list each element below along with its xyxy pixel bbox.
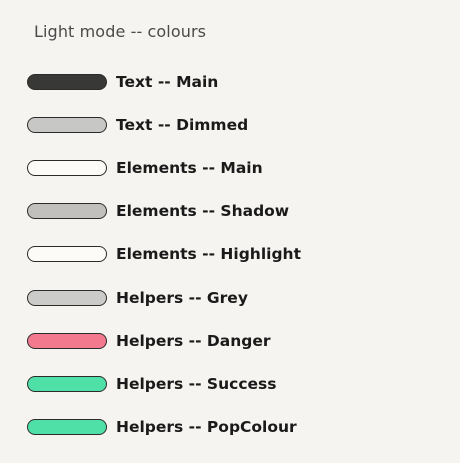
- colour-swatch: [27, 203, 107, 220]
- colour-swatch: [27, 375, 107, 392]
- swatch-label: Elements -- Main: [116, 158, 263, 177]
- swatch-label: Helpers -- Danger: [116, 331, 271, 350]
- swatch-label: Helpers -- Success: [116, 374, 277, 393]
- colour-swatch: [27, 73, 107, 90]
- swatch-row-helpers-success: Helpers -- Success: [27, 362, 301, 405]
- swatch-row-elements-main: Elements -- Main: [27, 146, 301, 189]
- colour-swatch: [27, 159, 107, 176]
- swatch-label: Elements -- Shadow: [116, 202, 290, 221]
- colour-swatch: [27, 332, 107, 349]
- page-title: Light mode -- colours: [34, 22, 207, 41]
- colour-swatch: [27, 246, 107, 263]
- swatch-label: Text -- Dimmed: [116, 115, 249, 134]
- swatch-row-helpers-grey: Helpers -- Grey: [27, 276, 301, 319]
- swatch-label: Helpers -- PopColour: [116, 418, 297, 437]
- swatch-row-text-dimmed: Text -- Dimmed: [27, 103, 301, 146]
- colour-swatch-list: Text -- Main Text -- Dimmed Elements -- …: [27, 60, 301, 449]
- swatch-row-elements-shadow: Elements -- Shadow: [27, 190, 301, 233]
- colour-swatch: [27, 419, 107, 436]
- swatch-label: Text -- Main: [116, 72, 219, 91]
- swatch-row-helpers-popcolour: Helpers -- PopColour: [27, 406, 301, 449]
- swatch-row-helpers-danger: Helpers -- Danger: [27, 319, 301, 362]
- swatch-label: Helpers -- Grey: [116, 288, 248, 307]
- colour-swatch: [27, 289, 107, 306]
- swatch-label: Elements -- Highlight: [116, 245, 301, 264]
- colour-swatch: [27, 116, 107, 133]
- swatch-row-elements-highlight: Elements -- Highlight: [27, 233, 301, 276]
- swatch-row-text-main: Text -- Main: [27, 60, 301, 103]
